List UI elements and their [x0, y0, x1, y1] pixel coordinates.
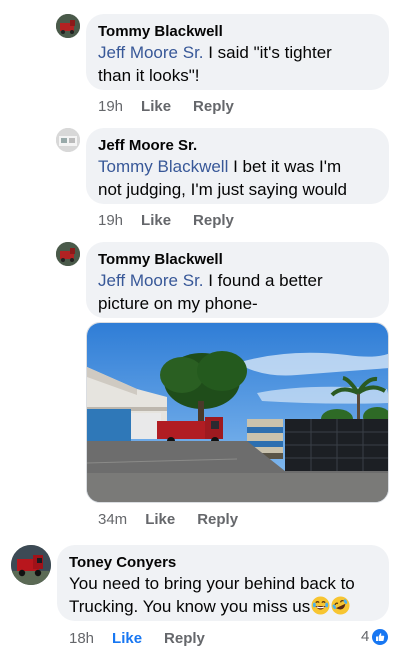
rolling-laughing-face-icon [331, 596, 350, 615]
avatar[interactable] [11, 545, 51, 585]
comment-author[interactable]: Jeff Moore Sr. [98, 136, 377, 155]
reply-button[interactable]: Reply [193, 212, 234, 229]
comment-photo[interactable] [86, 322, 389, 503]
comment-time[interactable]: 34m [98, 511, 127, 528]
truck-avatar-icon [11, 545, 51, 585]
comment-text: You need to bring your behind back to Tru… [69, 572, 377, 618]
comment-text-line: You need to bring your behind back to [69, 574, 355, 593]
reaction-count[interactable]: 4 [361, 628, 389, 645]
comment-text-line: picture on my phone- [98, 294, 258, 313]
laughing-face-icon [311, 596, 330, 615]
comment-time[interactable]: 19h [98, 212, 123, 229]
reply-button[interactable]: Reply [197, 511, 238, 528]
comment-actions: 34m Like Reply [98, 511, 260, 528]
comment-text: Jeff Moore Sr. I found a better picture o… [98, 269, 377, 315]
comment-text-line: Trucking. You know you miss us [69, 597, 311, 616]
comment-time[interactable]: 19h [98, 98, 123, 115]
photo-avatar-icon [56, 128, 80, 152]
comment-actions: 18h Like Reply [69, 630, 227, 647]
truck-avatar-icon [56, 242, 80, 266]
comment-text-line: I said "it's tighter [203, 43, 332, 62]
avatar[interactable] [56, 128, 80, 152]
reaction-count-number: 4 [361, 628, 370, 645]
warehouse-yard-photo [87, 323, 388, 502]
like-button[interactable]: Like [112, 630, 142, 647]
comment-time[interactable]: 18h [69, 630, 94, 647]
comment-text-line: I found a better [203, 271, 323, 290]
mention-link[interactable]: Jeff Moore Sr. [98, 43, 204, 62]
comment-bubble: Jeff Moore Sr. Tommy Blackwell I bet it … [86, 128, 389, 204]
comment-text-line: I bet it was I'm [228, 157, 342, 176]
comment-actions: 19h Like Reply [98, 212, 256, 229]
comment-bubble: Tommy Blackwell Jeff Moore Sr. I said "i… [86, 14, 389, 90]
like-button[interactable]: Like [141, 212, 171, 229]
reply-button[interactable]: Reply [164, 630, 205, 647]
comment-author[interactable]: Toney Conyers [69, 553, 377, 572]
reply-button[interactable]: Reply [193, 98, 234, 115]
comment-author[interactable]: Tommy Blackwell [98, 22, 377, 41]
comment-author[interactable]: Tommy Blackwell [98, 250, 377, 269]
avatar[interactable] [56, 14, 80, 38]
truck-avatar-icon [56, 14, 80, 38]
comment-text: Jeff Moore Sr. I said "it's tighter than … [98, 41, 377, 87]
comment-bubble: Toney Conyers You need to bring your beh… [57, 545, 389, 621]
comment-text-line: not judging, I'm just saying would [98, 180, 347, 199]
like-reaction-icon [372, 628, 389, 645]
comment-actions: 19h Like Reply [98, 98, 256, 115]
like-button[interactable]: Like [145, 511, 175, 528]
comment-bubble: Tommy Blackwell Jeff Moore Sr. I found a… [86, 242, 389, 318]
avatar[interactable] [56, 242, 80, 266]
comment-text: Tommy Blackwell I bet it was I'm not judg… [98, 155, 377, 201]
comment-text-line: than it looks"! [98, 66, 200, 85]
mention-link[interactable]: Jeff Moore Sr. [98, 271, 204, 290]
like-button[interactable]: Like [141, 98, 171, 115]
mention-link[interactable]: Tommy Blackwell [98, 157, 228, 176]
